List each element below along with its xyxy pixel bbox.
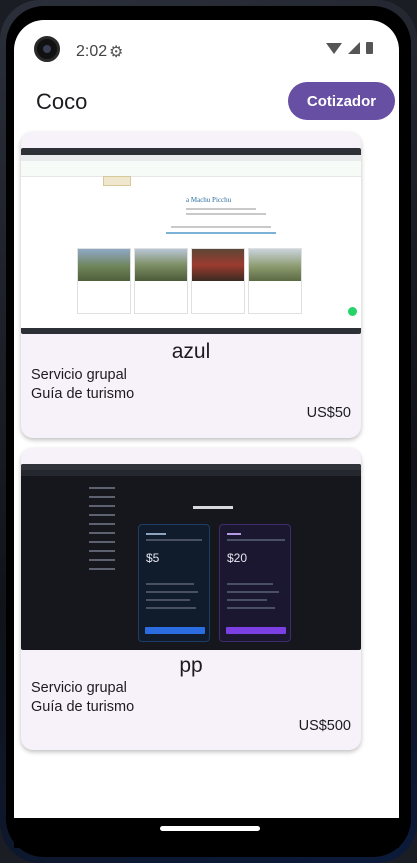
product-card <box>248 248 302 314</box>
signal-icon <box>348 42 360 54</box>
service-type: Servicio grupal <box>31 367 127 383</box>
status-bar: 2:02 ⚙ <box>14 20 399 80</box>
plan-text-line <box>146 607 196 609</box>
plan-text-line <box>227 533 241 535</box>
service-card[interactable]: $5 $20 pp Servicio grupal Guía de turism… <box>21 448 361 750</box>
phone-frame: 2:02 ⚙ Coco Cotizador a Machu Picchu azu… <box>0 0 417 863</box>
service-name: pp <box>179 654 203 677</box>
site-sidebar <box>83 480 131 590</box>
product-card <box>191 248 245 314</box>
product-card <box>77 248 131 314</box>
app-screen: 2:02 ⚙ Coco Cotizador a Machu Picchu azu… <box>14 20 399 820</box>
pricing-title <box>193 506 233 509</box>
home-indicator[interactable] <box>160 826 260 831</box>
sidebar-item <box>89 559 115 561</box>
sidebar-item <box>89 550 115 552</box>
gear-icon: ⚙ <box>109 44 124 61</box>
plan-text-line <box>227 583 273 585</box>
sidebar-item <box>89 532 115 534</box>
service-description: Guía de turismo <box>31 386 135 402</box>
plan-card-hobby: $5 <box>138 524 210 642</box>
service-price: US$500 <box>298 718 351 734</box>
plan-button <box>145 627 205 634</box>
site-text-line <box>171 226 271 228</box>
browser-tabbar <box>21 148 361 155</box>
site-text-line <box>186 208 256 210</box>
navigation-bar <box>14 818 399 848</box>
website-screenshot: a Machu Picchu <box>21 148 361 334</box>
service-type: Servicio grupal <box>31 680 127 696</box>
system-icons <box>326 42 373 54</box>
site-heading: a Machu Picchu <box>186 196 232 204</box>
battery-icon <box>366 42 373 54</box>
site-header <box>21 161 361 177</box>
service-description: Guía de turismo <box>31 699 135 715</box>
service-name: azul <box>171 340 211 363</box>
product-photo <box>78 249 130 281</box>
camera-cutout <box>34 36 60 62</box>
sidebar-item <box>89 514 115 516</box>
plan-text-line <box>227 539 285 541</box>
website-screenshot: $5 $20 <box>21 464 361 650</box>
site-text-line <box>166 232 276 234</box>
sidebar-item <box>89 505 115 507</box>
site-text-line <box>186 213 266 215</box>
plan-text-line <box>227 591 279 593</box>
plan-text-line <box>227 607 275 609</box>
status-clock: 2:02 <box>76 43 108 60</box>
sidebar-item <box>89 496 115 498</box>
plan-text-line <box>227 599 267 601</box>
product-card <box>134 248 188 314</box>
plan-button <box>226 627 286 634</box>
service-price: US$50 <box>306 405 351 421</box>
service-image: a Machu Picchu <box>21 148 361 334</box>
plan-text-line <box>146 599 190 601</box>
service-image: $5 $20 <box>21 464 361 650</box>
browser-footer <box>21 328 361 334</box>
sidebar-item <box>89 523 115 525</box>
plan-text-line <box>146 583 194 585</box>
plan-card-pro: $20 <box>219 524 291 642</box>
product-photo <box>192 249 244 281</box>
sidebar-item <box>89 568 115 570</box>
plan-price: $20 <box>227 551 248 565</box>
whatsapp-icon <box>348 307 357 316</box>
plan-text-line <box>146 591 198 593</box>
browser-urlbar <box>21 470 361 476</box>
plan-text-line <box>146 539 202 541</box>
site-logo <box>103 176 131 186</box>
wifi-icon <box>326 42 342 54</box>
sidebar-item <box>89 487 115 489</box>
product-photo <box>249 249 301 281</box>
plan-text-line <box>146 533 166 535</box>
plan-price: $5 <box>146 551 160 565</box>
sidebar-item <box>89 541 115 543</box>
cotizador-button[interactable]: Cotizador <box>288 82 395 120</box>
app-title: Coco <box>36 89 88 114</box>
service-card[interactable]: a Machu Picchu azul Servicio grupal Guía… <box>21 132 361 438</box>
product-photo <box>135 249 187 281</box>
